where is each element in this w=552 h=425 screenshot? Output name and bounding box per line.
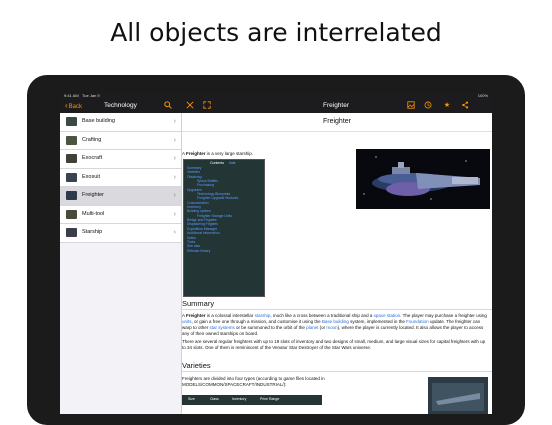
sidebar-item-label: Crafting bbox=[82, 136, 102, 143]
chevron-right-icon: › bbox=[173, 173, 176, 181]
promo-headline: All objects are interrelated bbox=[110, 18, 442, 47]
link-moon[interactable]: moon bbox=[326, 325, 337, 330]
chevron-right-icon: › bbox=[173, 229, 176, 236]
link-units[interactable]: units bbox=[182, 319, 192, 324]
image-icon[interactable] bbox=[406, 101, 416, 111]
exosuit-icon bbox=[66, 172, 77, 182]
expand-icon[interactable] bbox=[202, 101, 212, 111]
chevron-right-icon: › bbox=[173, 192, 176, 199]
table-header: Class bbox=[210, 397, 219, 401]
summary-paragraph: A Freighter is a colossal interstellar s… bbox=[182, 313, 488, 337]
status-date: Tue Jan 9 bbox=[82, 93, 100, 98]
chevron-right-icon: › bbox=[173, 155, 176, 162]
page-title: Freighter bbox=[323, 102, 350, 109]
share-icon[interactable] bbox=[460, 101, 470, 111]
back-button[interactable]: ‹Back bbox=[65, 99, 82, 114]
starship-icon bbox=[66, 228, 77, 237]
chevron-right-icon: › bbox=[173, 210, 176, 218]
status-time: 9:41 AM bbox=[64, 93, 79, 98]
varieties-divider bbox=[182, 371, 492, 372]
exocraft-icon bbox=[66, 154, 77, 163]
sidebar-item-exocraft[interactable]: Exocraft › bbox=[60, 150, 181, 169]
article-title: Freighter bbox=[322, 118, 351, 125]
status-bar: 9:41 AM Tue Jan 9 100% bbox=[60, 92, 492, 99]
summary-divider bbox=[182, 309, 492, 310]
summary-text: or be summoned to the orbit of the bbox=[234, 325, 307, 330]
link-planet[interactable]: planet bbox=[306, 325, 318, 330]
toc-list: Summary Varieties Obtaining Space Battle… bbox=[187, 166, 263, 253]
history-icon[interactable] bbox=[423, 101, 433, 111]
summary-paragraph-2: There are several regular freighters wit… bbox=[182, 339, 486, 350]
summary-text: , or gain a free one through a mission, … bbox=[191, 319, 322, 324]
sidebar-item-crafting[interactable]: Crafting › bbox=[60, 131, 181, 150]
status-battery: 100% bbox=[477, 93, 488, 98]
sidebar-item-exosuit[interactable]: Exosuit › bbox=[60, 168, 181, 187]
link-base-building[interactable]: Base building bbox=[322, 319, 349, 324]
table-of-contents: Contents hide Summary Varieties Obtainin… bbox=[183, 159, 265, 297]
table-header: Inventory bbox=[232, 397, 247, 401]
chevron-left-icon: ‹ bbox=[65, 101, 68, 110]
back-label: Back bbox=[68, 104, 83, 110]
freighter-image[interactable] bbox=[356, 149, 490, 209]
app-screen: 9:41 AM Tue Jan 9 100% ‹Back Technology … bbox=[60, 92, 492, 414]
star-icon[interactable]: ★ bbox=[442, 101, 452, 111]
crafting-icon bbox=[66, 135, 77, 145]
link-star-systems[interactable]: star systems bbox=[210, 325, 235, 330]
varieties-table-header: Size Class Inventory Price Range bbox=[182, 395, 322, 405]
sidebar: Base building › Crafting › Exocraft › Ex… bbox=[60, 113, 182, 414]
close-icon[interactable] bbox=[185, 101, 195, 111]
sidebar-item-label: Exocraft bbox=[82, 155, 103, 161]
toc-hide-link[interactable]: hide bbox=[229, 161, 236, 165]
sidebar-item-label: Base building bbox=[82, 118, 116, 124]
varieties-paragraph: Freighters are divided into four types (… bbox=[182, 376, 325, 387]
toc-item[interactable]: Release history bbox=[187, 249, 263, 253]
article-content: Freighter A Freighter is a very large st… bbox=[182, 113, 492, 414]
summary-bold: Freighter bbox=[186, 313, 206, 318]
toc-title: Contents bbox=[210, 161, 225, 165]
summary-heading: Summary bbox=[182, 299, 215, 308]
sidebar-item-starship[interactable]: Starship › bbox=[60, 224, 181, 243]
summary-text: , much like a cross between a traditiona… bbox=[270, 313, 374, 318]
summary-text: system, implemented in the bbox=[348, 319, 407, 324]
navigation-bar: ‹Back Technology Freighter ★ bbox=[60, 99, 492, 113]
base-building-icon bbox=[66, 117, 77, 126]
search-icon[interactable] bbox=[163, 101, 173, 111]
intro-paragraph: A Freighter is a very large starship. bbox=[182, 151, 253, 156]
chevron-right-icon: › bbox=[173, 136, 176, 144]
sidebar-item-freighter[interactable]: Freighter › bbox=[60, 187, 181, 206]
chevron-right-icon: › bbox=[173, 118, 176, 125]
link-foundation[interactable]: Foundation bbox=[406, 319, 429, 324]
sidebar-title: Technology bbox=[104, 102, 137, 109]
table-header: Size bbox=[188, 397, 195, 401]
sidebar-item-label: Starship bbox=[82, 229, 103, 235]
freighter-variety-image[interactable] bbox=[428, 377, 488, 414]
link-starship[interactable]: starship bbox=[255, 313, 271, 318]
intro-bold: Freighter bbox=[186, 151, 206, 156]
sidebar-item-label: Freighter bbox=[82, 192, 105, 198]
sidebar-item-base-building[interactable]: Base building › bbox=[60, 113, 181, 132]
sidebar-item-label: Exosuit bbox=[82, 173, 101, 180]
title-divider bbox=[182, 131, 492, 132]
intro-text: is a very large starship. bbox=[205, 151, 254, 156]
freighter-icon bbox=[66, 191, 77, 200]
multi-tool-icon bbox=[66, 209, 77, 219]
table-header: Price Range bbox=[260, 397, 280, 401]
summary-text: is a colossal interstellar bbox=[205, 313, 255, 318]
varieties-heading: Varieties bbox=[182, 361, 211, 370]
link-space-station[interactable]: space station bbox=[374, 313, 401, 318]
summary-text: . The player may purchase a freighter us… bbox=[400, 313, 487, 318]
sidebar-item-multi-tool[interactable]: Multi-tool › bbox=[60, 205, 181, 224]
sidebar-item-label: Multi-tool bbox=[82, 210, 105, 217]
